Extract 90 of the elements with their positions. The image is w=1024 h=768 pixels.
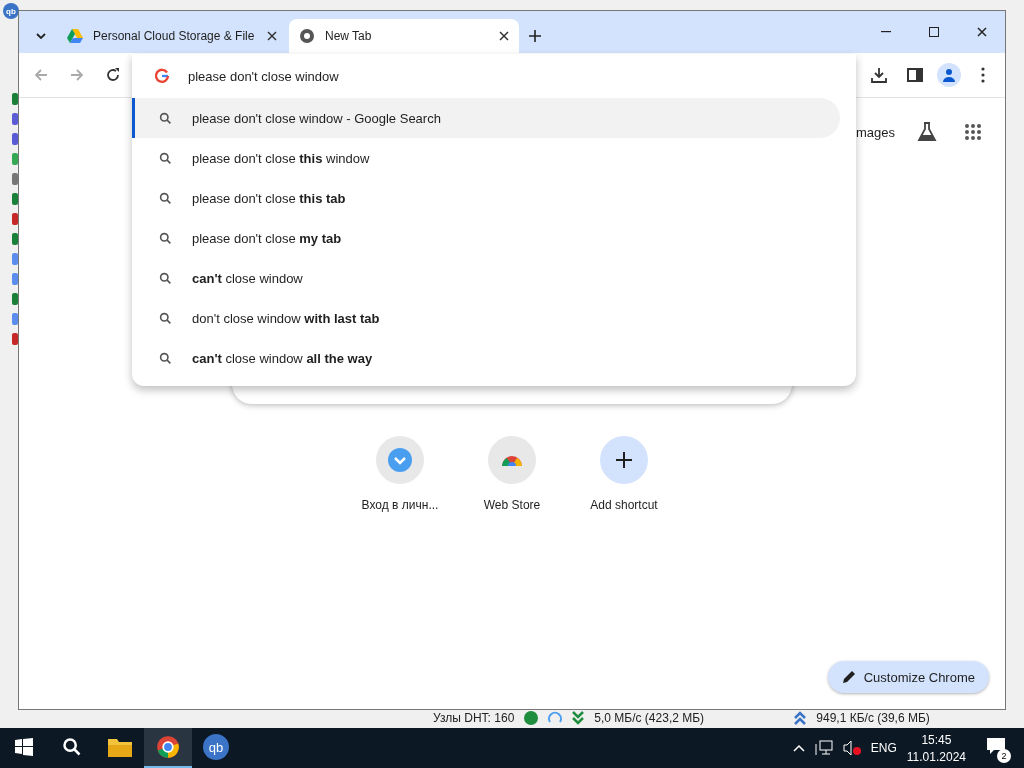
- plus-icon: [529, 30, 541, 42]
- download-icon: [871, 67, 887, 83]
- suggestion-text: can't close window all the way: [192, 350, 373, 366]
- shortcut-label: Вход в личн...: [361, 498, 439, 512]
- chevron-down-icon: [36, 33, 46, 39]
- suggestion-item[interactable]: can't close window all the way: [132, 338, 840, 378]
- more-vertical-icon: [981, 67, 985, 83]
- shortcut-tile[interactable]: Add shortcut: [576, 436, 672, 512]
- search-icon: [159, 311, 172, 325]
- store-icon: [501, 454, 523, 466]
- suggestion-item[interactable]: please don't close this window: [132, 138, 840, 178]
- clock-time: 15:45: [921, 732, 952, 747]
- suggestion-text: can't close window: [192, 270, 303, 286]
- search-icon: [62, 737, 82, 757]
- shortcut-label: Web Store: [483, 498, 541, 512]
- close-icon: [977, 27, 987, 37]
- customize-chrome-button[interactable]: Customize Chrome: [827, 661, 989, 693]
- images-link[interactable]: mages: [855, 124, 895, 140]
- reload-icon: [106, 68, 120, 82]
- browser-tab[interactable]: New Tab: [289, 19, 519, 53]
- profile-button[interactable]: [937, 63, 961, 87]
- download-speed: 5,0 МБ/с (423,2 МБ): [594, 711, 706, 725]
- suggestion-text: please don't close this window: [192, 150, 370, 166]
- minimize-icon: [881, 31, 891, 33]
- language-indicator[interactable]: ENG: [870, 741, 897, 755]
- suggestion-text: please don't close window - Google Search: [192, 110, 441, 126]
- message-icon: [986, 736, 1006, 755]
- forward-arrow-icon: [70, 68, 84, 82]
- torrent-category-icon: [12, 293, 18, 305]
- suggestion-item[interactable]: don't close window with last tab: [132, 298, 840, 338]
- torrent-category-icon: [12, 133, 18, 145]
- torrent-category-icon: [12, 233, 18, 245]
- search-icon: [159, 151, 172, 165]
- flask-icon: [917, 122, 937, 142]
- clock[interactable]: 15:45 11.01.2024: [906, 732, 966, 764]
- torrent-category-icon: [12, 113, 18, 125]
- shortcut-tile[interactable]: Web Store: [464, 436, 560, 512]
- suggestion-item[interactable]: please don't close my tab: [132, 218, 840, 258]
- suggestion-item[interactable]: please don't close this tab: [132, 178, 840, 218]
- g-logo-icon: [154, 68, 170, 84]
- download-arrows-icon: [572, 711, 585, 725]
- taskbar-app[interactable]: qb: [192, 728, 240, 768]
- side-panel-icon: [907, 68, 923, 82]
- browser-tab[interactable]: Personal Cloud Storage & File: [57, 19, 287, 53]
- search-icon: [159, 111, 172, 125]
- pencil-icon: [841, 670, 856, 684]
- suggestion-text: please don't close this tab: [192, 190, 346, 206]
- person-icon: [942, 68, 956, 82]
- notifications-button[interactable]: 2: [976, 728, 1016, 768]
- folder-icon: [108, 737, 132, 757]
- chevron-up-icon: [792, 744, 805, 752]
- shortcut-tile[interactable]: Вход в личн...: [352, 436, 448, 512]
- clock-date: 11.01.2024: [906, 749, 966, 764]
- shortcut-label: Add shortcut: [590, 498, 658, 512]
- tab-title: New Tab: [325, 29, 373, 43]
- notification-count: 2: [997, 748, 1011, 763]
- dht-status: Узлы DHT: 160: [433, 711, 515, 725]
- back-arrow-icon: [34, 68, 48, 82]
- qbittorrent-icon: qb: [203, 734, 229, 760]
- close-icon: [499, 31, 509, 41]
- close-icon: [267, 31, 277, 41]
- torrent-category-icon: [12, 213, 18, 225]
- drive-icon: [67, 29, 83, 43]
- speaker-muted-icon: [842, 740, 861, 756]
- suggestion-text: please don't close my tab: [192, 230, 342, 246]
- plus-icon: [615, 451, 633, 469]
- taskbar-app[interactable]: [144, 728, 192, 768]
- torrent-category-icon: [12, 153, 18, 165]
- maximize-icon: [929, 27, 939, 37]
- suggestion-item[interactable]: can't close window: [132, 258, 840, 298]
- search-icon: [159, 231, 172, 245]
- windows-icon: [15, 738, 33, 756]
- suggestion-item[interactable]: please don't close window - Google Search: [132, 98, 840, 138]
- upload-speed: 949,1 КБ/с (39,6 МБ): [816, 711, 930, 725]
- apps-grid-icon: [964, 123, 982, 141]
- qbittorrent-logo: qb: [3, 3, 19, 19]
- chevron-badge-icon: [388, 448, 412, 472]
- search-icon: [159, 351, 172, 365]
- torrent-category-icon: [12, 273, 18, 285]
- torrent-category-icon: [12, 93, 18, 105]
- torrent-category-icon: [12, 193, 18, 205]
- search-icon: [159, 271, 172, 285]
- search-icon: [159, 191, 172, 205]
- torrent-category-icon: [12, 313, 18, 325]
- torrent-category-icon: [12, 253, 18, 265]
- tab-title: Personal Cloud Storage & File: [93, 29, 256, 43]
- upload-arrows-icon: [794, 711, 807, 725]
- suggestion-text: don't close window with last tab: [192, 310, 380, 326]
- network-icon: [814, 740, 833, 756]
- torrent-category-icon: [12, 333, 18, 345]
